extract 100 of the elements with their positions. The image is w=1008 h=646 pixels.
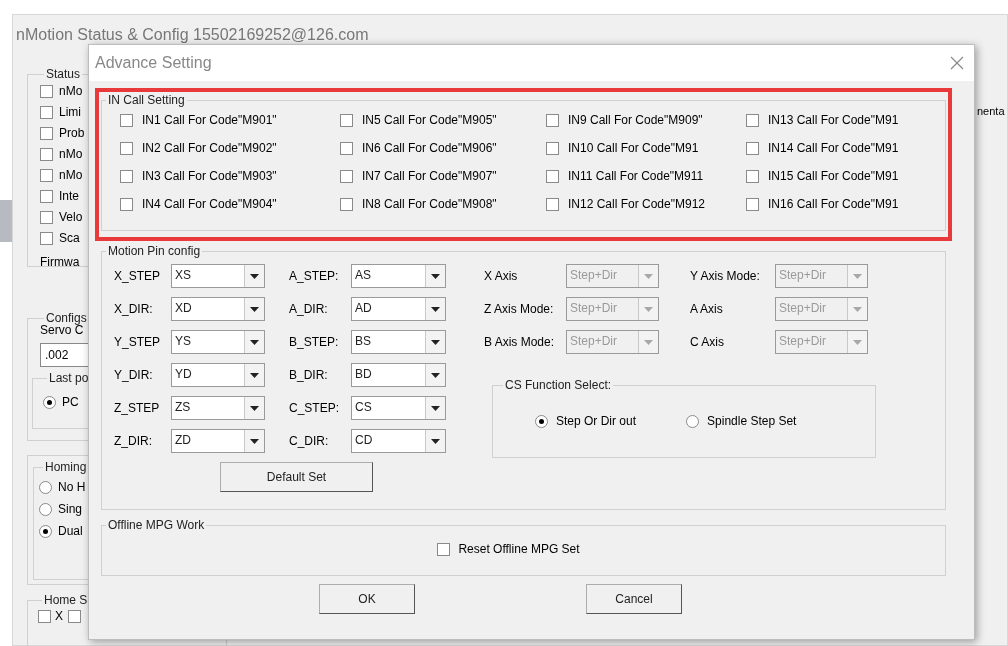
- checkbox-label: X: [55, 608, 63, 625]
- checkbox[interactable]: [38, 609, 51, 623]
- dropdown[interactable]: XS: [171, 264, 265, 288]
- desktop-strip: [0, 200, 12, 242]
- group-label: CS Function Select:: [504, 378, 613, 392]
- caret-icon: [431, 438, 440, 444]
- checkbox[interactable]: [40, 210, 53, 224]
- button[interactable]: OK: [319, 584, 415, 614]
- checkbox-label: IN11 Call For Code"M911: [568, 168, 704, 185]
- caret-icon: [431, 273, 440, 279]
- checkbox[interactable]: [120, 169, 133, 183]
- pin-label: C_STEP:: [289, 400, 340, 417]
- caret-icon: [250, 405, 259, 411]
- dropdown[interactable]: ZD: [171, 429, 265, 453]
- radio-button[interactable]: [43, 395, 56, 409]
- checkbox[interactable]: [746, 169, 759, 183]
- radio-button[interactable]: [39, 524, 52, 538]
- caret-icon: [431, 306, 440, 312]
- checkbox[interactable]: [746, 141, 759, 155]
- checkbox[interactable]: [40, 231, 53, 245]
- checkbox-label: Inte: [59, 189, 79, 203]
- firmware-label: Firmwa: [40, 254, 80, 271]
- group-label: Last po: [48, 371, 90, 385]
- dropdown[interactable]: YS: [171, 330, 265, 354]
- checkbox[interactable]: [120, 141, 133, 155]
- checkbox[interactable]: [340, 141, 353, 155]
- pin-label: B_DIR:: [289, 367, 329, 384]
- caret-icon: [853, 306, 862, 312]
- radio-label: Spindle Step Set: [707, 413, 797, 430]
- close-icon[interactable]: [950, 56, 964, 70]
- pin-label: X_DIR:: [114, 301, 154, 318]
- checkbox-label: IN12 Call For Code"M912: [568, 196, 705, 213]
- checkbox-label: IN14 Call For Code"M91: [768, 140, 899, 157]
- pin-label: A_STEP:: [289, 268, 340, 285]
- checkbox-label: Limi: [59, 105, 81, 119]
- dropdown[interactable]: AD: [351, 297, 446, 321]
- dropdown[interactable]: XD: [171, 297, 265, 321]
- checkbox[interactable]: [546, 141, 559, 155]
- caret-icon: [250, 273, 259, 279]
- checkbox[interactable]: [546, 197, 559, 211]
- checkbox-label: IN15 Call For Code"M91: [768, 168, 899, 185]
- button[interactable]: Default Set: [220, 462, 373, 492]
- checkbox[interactable]: [746, 113, 759, 127]
- checkbox-label: IN13 Call For Code"M91: [768, 112, 899, 129]
- radio-button[interactable]: [39, 480, 52, 494]
- checkbox-label: IN2 Call For Code"M902": [142, 140, 277, 157]
- dropdown[interactable]: AS: [351, 264, 446, 288]
- button[interactable]: Cancel: [586, 584, 682, 614]
- caret-icon: [250, 306, 259, 312]
- checkbox-label: IN10 Call For Code"M91: [568, 140, 699, 157]
- checkbox-label: Velo: [59, 210, 83, 224]
- radio-label: PC: [62, 394, 79, 411]
- checkbox[interactable]: [437, 542, 451, 556]
- caret-icon: [644, 306, 653, 312]
- checkbox[interactable]: [40, 126, 53, 140]
- checkbox[interactable]: [120, 113, 133, 127]
- radio-button[interactable]: [535, 414, 548, 428]
- group-label: Offline MPG Work: [107, 518, 206, 532]
- caret-icon: [644, 273, 653, 279]
- group-label: Configs: [45, 311, 88, 325]
- checkbox-label: nMo: [59, 147, 83, 161]
- axis-label: A Axis: [690, 301, 724, 318]
- pin-label: A_DIR:: [289, 301, 329, 318]
- radio-button[interactable]: [686, 414, 700, 428]
- checkbox[interactable]: [120, 197, 133, 211]
- dropdown[interactable]: YD: [171, 363, 265, 387]
- caret-icon: [431, 339, 440, 345]
- caret-icon: [250, 438, 259, 444]
- caret-icon: [853, 273, 862, 279]
- checkbox[interactable]: [40, 168, 53, 182]
- checkbox[interactable]: [40, 189, 53, 203]
- dialog-title: Advance Setting: [95, 53, 212, 73]
- dropdown[interactable]: BD: [351, 363, 446, 387]
- checkbox[interactable]: [40, 105, 53, 119]
- pin-label: B_STEP:: [289, 334, 340, 351]
- checkbox[interactable]: [340, 113, 353, 127]
- dropdown[interactable]: BS: [351, 330, 446, 354]
- checkbox[interactable]: [746, 197, 759, 211]
- checkbox[interactable]: [340, 169, 353, 183]
- cut-label: nenta: [977, 104, 1005, 119]
- dropdown[interactable]: CS: [351, 396, 446, 420]
- checkbox-label: Prob: [59, 126, 85, 140]
- dropdown[interactable]: CD: [351, 429, 446, 453]
- checkbox-label: nMo: [59, 168, 83, 182]
- caret-icon: [644, 339, 653, 345]
- pin-label: X_STEP: [114, 268, 162, 285]
- dropdown[interactable]: ZS: [171, 396, 265, 420]
- checkbox[interactable]: [546, 169, 559, 183]
- checkbox-label: IN1 Call For Code"M901": [142, 112, 277, 129]
- checkbox[interactable]: [546, 113, 559, 127]
- checkbox[interactable]: [68, 609, 81, 623]
- pin-label: C_DIR:: [289, 433, 330, 450]
- checkbox[interactable]: [40, 147, 53, 161]
- axis-label: C Axis: [690, 334, 725, 351]
- group-label: IN Call Setting: [107, 93, 186, 107]
- axis-label: X Axis: [484, 268, 519, 285]
- checkbox[interactable]: [40, 84, 53, 98]
- checkbox[interactable]: [340, 197, 353, 211]
- axis-label: Y Axis Mode:: [690, 268, 761, 285]
- radio-button[interactable]: [39, 502, 52, 516]
